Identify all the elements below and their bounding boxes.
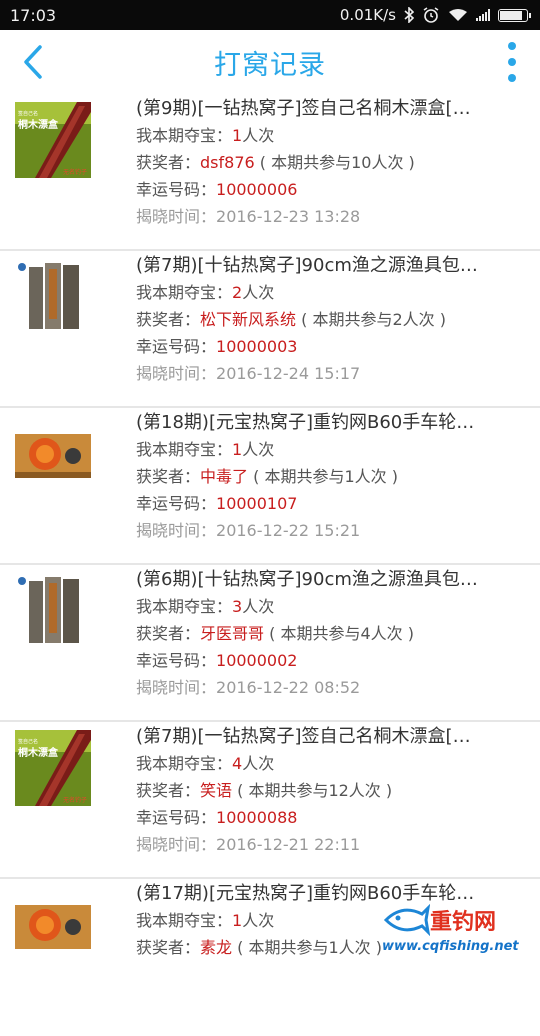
network-speed: 0.01K/s — [339, 6, 396, 24]
reveal-time-row: 揭晓时间：2016-12-24 15:17 — [136, 364, 361, 383]
winner-name: 牙医哥哥 — [200, 624, 265, 643]
float-box-thumbnail: 桐木漂盒 签自己名 无名钓子 — [15, 730, 91, 806]
record-title: (第9期)[一钻热窝子]签自己名桐木漂盒[… — [136, 98, 471, 119]
status-icons: 0.01K/s — [339, 6, 531, 24]
my-snatch-row: 我本期夺宝：4人次 — [136, 754, 275, 773]
status-bar: 17:03 0.01K/s — [0, 0, 540, 30]
record-list: 桐木漂盒 签自己名 无名钓子 (第9期)[一钻热窝子]签自己名桐木漂盒[… 我本… — [0, 94, 540, 1036]
winner-row: 获奖者：dsf876 ( 本期共参与10人次 ) — [136, 153, 415, 172]
more-menu-icon[interactable] — [502, 42, 522, 82]
tackle-bag-thumbnail — [15, 573, 91, 649]
reveal-time-row: 揭晓时间：2016-12-22 08:52 — [136, 678, 361, 697]
winner-name: dsf876 — [200, 153, 255, 172]
watermark-brand: 重钓网 — [430, 910, 497, 935]
winner-name: 中毒了 — [200, 467, 249, 486]
record-title: (第7期)[一钻热窝子]签自己名桐木漂盒[… — [136, 726, 471, 747]
float-box-thumbnail: 桐木漂盒 签自己名 无名钓子 — [15, 102, 91, 178]
back-arrow-icon[interactable] — [16, 44, 52, 80]
my-snatch-row: 我本期夺宝：3人次 — [136, 597, 275, 616]
list-item[interactable]: (第6期)[十钻热窝子]90cm渔之源渔具包… 我本期夺宝：3人次 获奖者：牙医… — [0, 565, 540, 722]
list-item[interactable]: 桐木漂盒 签自己名 无名钓子 (第9期)[一钻热窝子]签自己名桐木漂盒[… 我本… — [0, 94, 540, 251]
list-item[interactable]: (第7期)[十钻热窝子]90cm渔之源渔具包… 我本期夺宝：2人次 获奖者：松下… — [0, 251, 540, 408]
bluetooth-icon — [404, 7, 414, 23]
svg-text:签自己名: 签自己名 — [18, 738, 38, 745]
watermark-url: www.cqfishing.net — [382, 939, 519, 954]
winner-row: 获奖者：笑语 ( 本期共参与12人次 ) — [136, 781, 393, 800]
lucky-number-row: 幸运号码：10000003 — [136, 337, 298, 356]
record-title: (第6期)[十钻热窝子]90cm渔之源渔具包… — [136, 569, 478, 590]
winner-row: 获奖者：松下新风系统 ( 本期共参与2人次 ) — [136, 310, 446, 329]
my-snatch-row: 我本期夺宝：1人次 — [136, 440, 275, 459]
list-item[interactable]: (第17期)[元宝热窝子]重钓网B60手车轮… 我本期夺宝：1人次 获奖者：素龙… — [0, 879, 540, 1036]
winner-row: 获奖者：中毒了 ( 本期共参与1人次 ) — [136, 467, 398, 486]
record-title: (第18期)[元宝热窝子]重钓网B60手车轮… — [136, 412, 475, 433]
status-time: 17:03 — [10, 5, 57, 25]
list-item[interactable]: (第18期)[元宝热窝子]重钓网B60手车轮… 我本期夺宝：1人次 获奖者：中毒… — [0, 408, 540, 565]
reveal-time-row: 揭晓时间：2016-12-22 15:21 — [136, 521, 361, 540]
svg-text:签自己名: 签自己名 — [18, 110, 38, 117]
lucky-number-row: 幸运号码：10000107 — [136, 494, 298, 513]
tackle-bag-thumbnail — [15, 259, 91, 335]
record-title: (第7期)[十钻热窝子]90cm渔之源渔具包… — [136, 255, 478, 276]
reveal-time-row: 揭晓时间：2016-12-23 13:28 — [136, 207, 361, 226]
list-item[interactable]: 桐木漂盒 签自己名 无名钓子 (第7期)[一钻热窝子]签自己名桐木漂盒[… 我本… — [0, 722, 540, 879]
page-title: 打窝记录 — [214, 49, 326, 81]
my-snatch-row: 我本期夺宝：2人次 — [136, 283, 275, 302]
my-snatch-row: 我本期夺宝：1人次 — [136, 126, 275, 145]
reel-thumbnail — [15, 416, 91, 492]
wifi-icon — [449, 9, 467, 21]
site-watermark: 重钓网 www.cqfishing.net — [382, 904, 534, 954]
fish-logo-icon — [383, 904, 430, 936]
winner-name: 松下新风系统 — [200, 310, 297, 329]
winner-name: 素龙 — [200, 938, 233, 957]
winner-row: 获奖者：牙医哥哥 ( 本期共参与4人次 ) — [136, 624, 414, 643]
svg-text:无名钓子: 无名钓子 — [63, 168, 87, 176]
lucky-number-row: 幸运号码：10000006 — [136, 180, 298, 199]
nav-bar: 打窝记录 — [0, 30, 540, 94]
reel-thumbnail — [15, 887, 91, 963]
lucky-number-row: 幸运号码：10000002 — [136, 651, 298, 670]
lucky-number-row: 幸运号码：10000088 — [136, 808, 298, 827]
alarm-icon — [423, 7, 439, 23]
winner-name: 笑语 — [200, 781, 233, 800]
reveal-time-row: 揭晓时间：2016-12-21 22:11 — [136, 835, 361, 854]
svg-text:桐木漂盒: 桐木漂盒 — [18, 118, 59, 131]
signal-icon — [476, 9, 490, 21]
svg-text:无名钓子: 无名钓子 — [63, 796, 87, 804]
battery-icon — [498, 8, 531, 22]
svg-text:桐木漂盒: 桐木漂盒 — [18, 746, 59, 759]
